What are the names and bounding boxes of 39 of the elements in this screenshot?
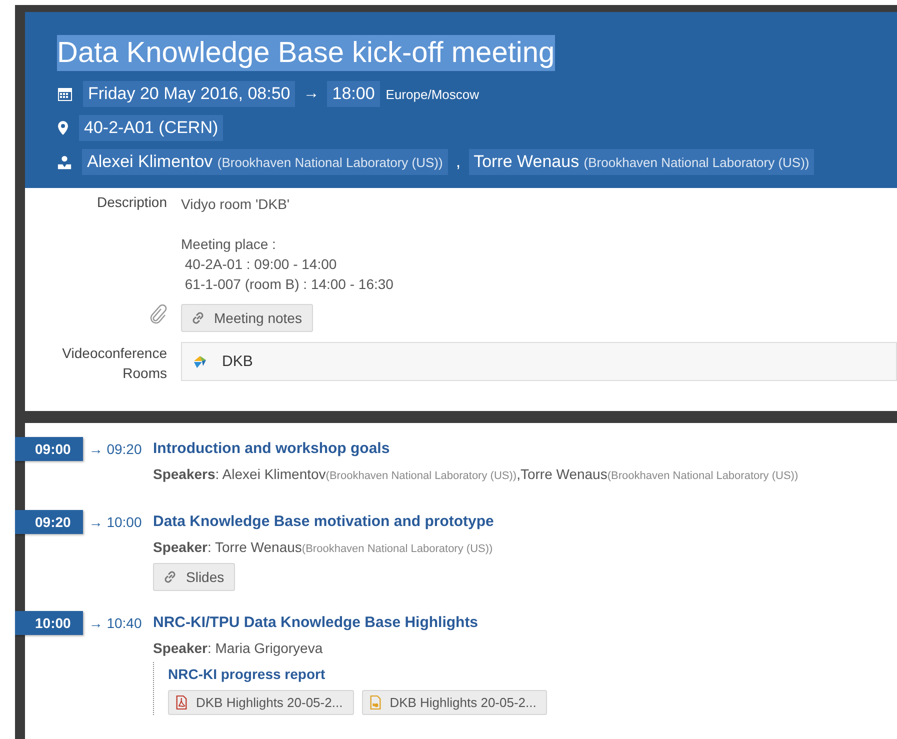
- file-button[interactable]: DKB Highlights 20-05-2...: [362, 690, 548, 715]
- end-time: → 10:40: [88, 614, 142, 631]
- calendar-icon: [57, 86, 73, 102]
- presentation-file-icon: [368, 695, 382, 710]
- material-button[interactable]: Meeting notes: [181, 304, 313, 332]
- end-time: → 10:00: [88, 513, 142, 530]
- pdf-file-icon: [175, 695, 188, 710]
- link-icon: [190, 310, 206, 326]
- event-location: 40-2-A01 (CERN): [79, 115, 224, 141]
- timezone: Europe/Moscow: [386, 86, 479, 102]
- end-time: → 09:20: [88, 440, 142, 457]
- start-time-badge: 10:00: [15, 611, 83, 635]
- chairperson: Alexei Klimentov (Brookhaven National Laboratory (US)): [82, 149, 448, 175]
- contribution-title[interactable]: Data Knowledge Base motivation and prototype: [153, 510, 494, 530]
- material-button[interactable]: Slides: [153, 563, 236, 591]
- arrow-text: →: [303, 85, 320, 103]
- contribution-title[interactable]: NRC-KI/TPU Data Knowledge Base Highlights: [153, 611, 478, 631]
- paperclip-icon: [149, 304, 167, 324]
- event-date: Friday 20 May 2016, 08:50: [83, 81, 296, 107]
- event-title: Data Knowledge Base kick-off meeting: [57, 35, 555, 71]
- description-label: Description: [96, 194, 167, 210]
- vidyo-logo-icon: [192, 354, 208, 370]
- videoconference-room[interactable]: DKB: [181, 342, 897, 381]
- speaker-line: Speakers: Alexei Klimentov(Brookhaven National Laboratory (US)),Torre Wenaus(Brookhaven National Laboratory (US)): [153, 466, 800, 482]
- link-icon: [162, 569, 178, 585]
- speaker-line: Speaker: Torre Wenaus(Brookhaven National Laboratory (US)): [153, 539, 494, 555]
- separator-text: ,: [456, 152, 461, 172]
- person-icon: [57, 154, 72, 170]
- speaker-line: Speaker: Maria Grigoryeva: [153, 640, 324, 656]
- file-button[interactable]: DKB Highlights 20-05-2...: [168, 690, 354, 715]
- location-pin-icon: [57, 120, 69, 136]
- chairperson: Torre Wenaus (Brookhaven National Laboratory (US)): [468, 149, 814, 175]
- videoconference-label: Videoconference Rooms: [61, 344, 167, 383]
- description-text: Vidyo room 'DKB' Meeting place : 40-2A-01 : 09:00 - 14:00 61-1-007 (room B) : 14:00 - 16:30: [181, 195, 394, 294]
- contribution-title[interactable]: Introduction and workshop goals: [153, 437, 390, 457]
- subcontribution-title[interactable]: NRC-KI progress report: [168, 666, 326, 682]
- start-time-badge: 09:00: [15, 437, 83, 461]
- start-time-badge: 09:20: [15, 510, 83, 534]
- event-end-time: 18:00: [327, 81, 380, 107]
